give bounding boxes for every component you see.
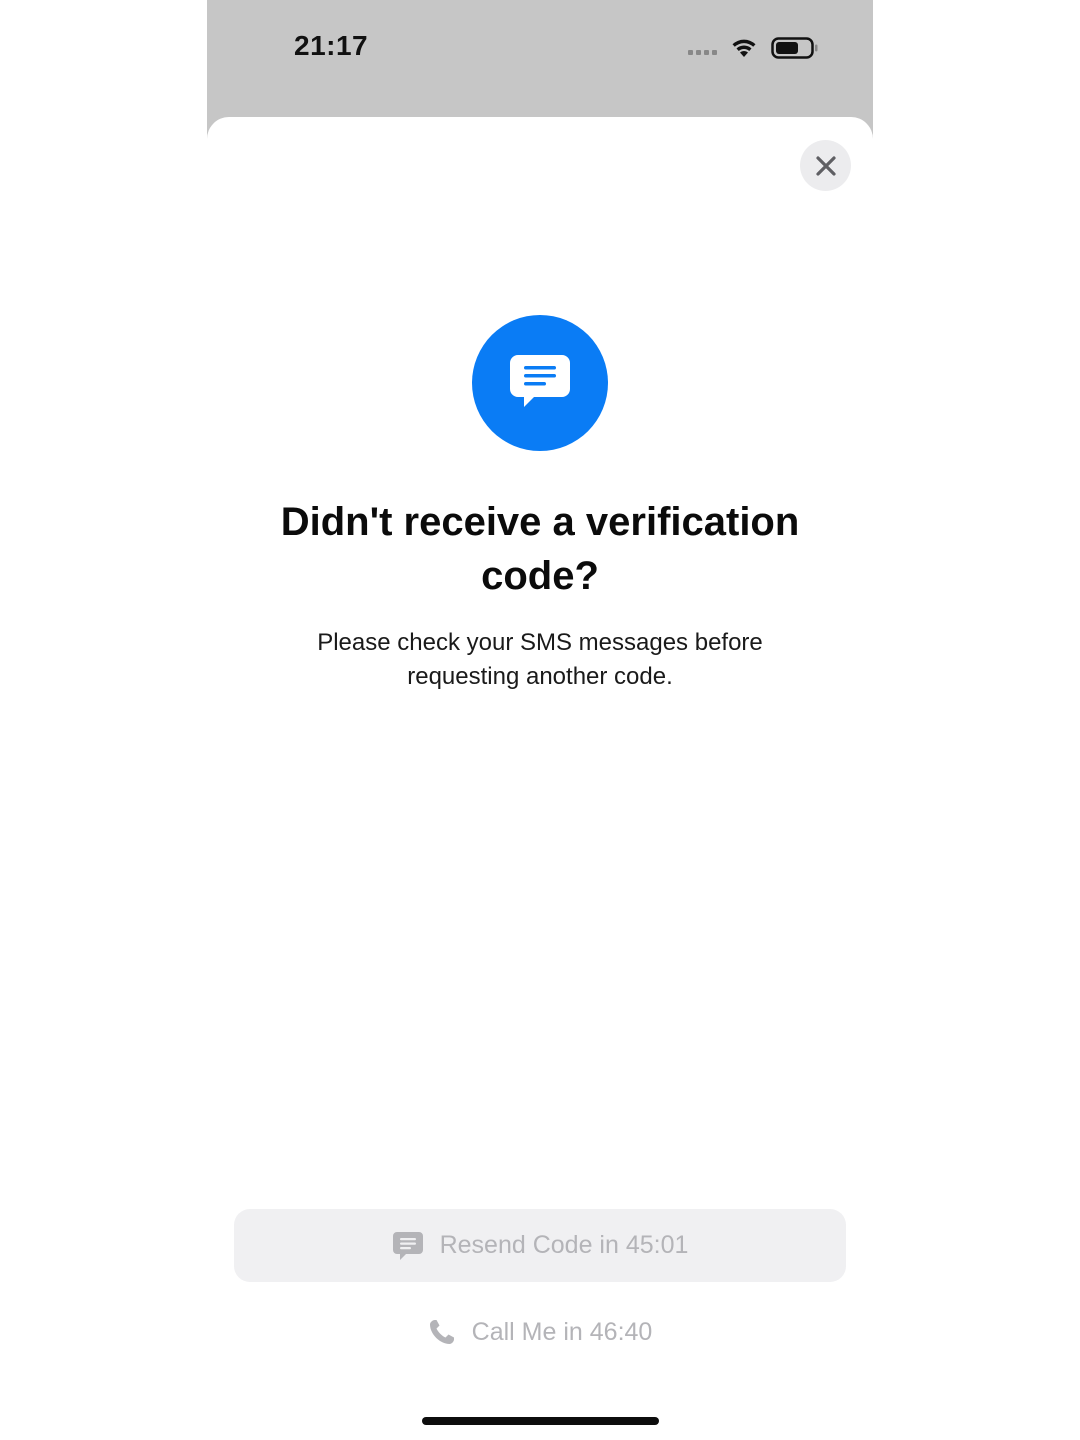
page: 21:17 Didn't receive a verification code… bbox=[0, 0, 1080, 1440]
battery-icon bbox=[771, 37, 818, 59]
wifi-icon bbox=[732, 39, 756, 57]
message-bubble-icon bbox=[472, 315, 608, 451]
home-indicator bbox=[422, 1417, 659, 1425]
status-icons bbox=[688, 34, 819, 62]
resend-code-label: Resend Code in 45:01 bbox=[439, 1231, 689, 1259]
sheet-subtitle: Please check your SMS messages before re… bbox=[317, 629, 763, 690]
call-me-button[interactable]: Call Me in 46:40 bbox=[234, 1297, 846, 1367]
phone-icon bbox=[429, 1320, 454, 1344]
close-button[interactable] bbox=[800, 140, 851, 191]
status-time: 21:17 bbox=[294, 30, 369, 61]
verification-sheet: Didn't receive a verification code? Plea… bbox=[207, 117, 873, 1440]
close-icon bbox=[815, 155, 836, 176]
phone-screen: 21:17 Didn't receive a verification code… bbox=[207, 0, 873, 1440]
call-me-label: Call Me in 46:40 bbox=[471, 1317, 653, 1346]
sheet-title: Didn't receive a verification code? bbox=[280, 500, 800, 598]
signal-icon bbox=[688, 49, 717, 55]
status-bar: 21:17 bbox=[207, 0, 873, 100]
resend-code-button[interactable]: Resend Code in 45:01 bbox=[234, 1209, 846, 1282]
message-icon bbox=[392, 1231, 423, 1260]
